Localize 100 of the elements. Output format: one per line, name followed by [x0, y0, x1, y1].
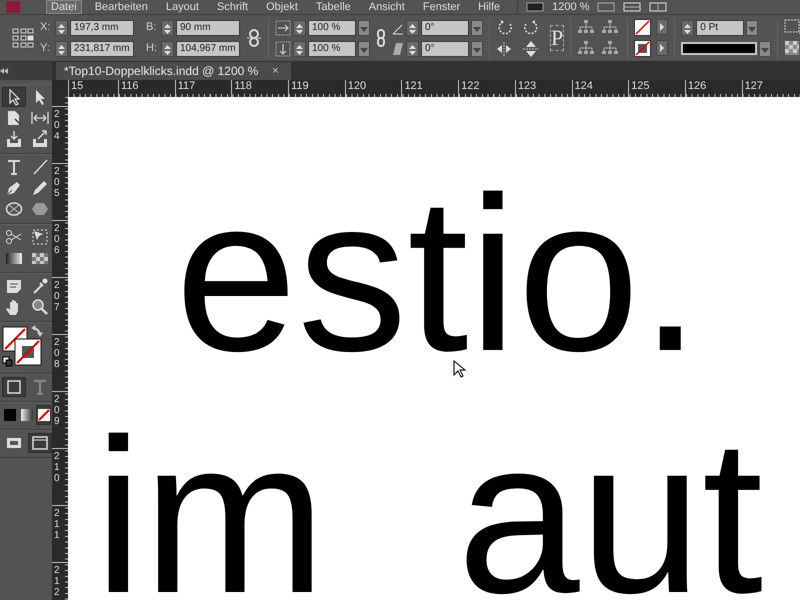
- chain-link-icon[interactable]: [376, 29, 386, 47]
- ruler-label: 207: [54, 280, 61, 313]
- stepper-arrows-icon: [407, 22, 418, 36]
- ruler-label: 127: [744, 80, 763, 92]
- rotate-counterclockwise-icon[interactable]: [522, 18, 540, 36]
- ruler-label: 205: [54, 166, 61, 199]
- document-tab[interactable]: *Top10-Doppelklicks.indd @ 1200 % ×: [56, 62, 291, 80]
- scissors-icon: [5, 228, 23, 246]
- flip-vertical-icon[interactable]: [522, 40, 540, 58]
- menu-item[interactable]: Layout: [160, 0, 204, 14]
- input-field[interactable]: 197,3 mm: [70, 20, 134, 36]
- screen-mode-icon[interactable]: [597, 2, 616, 12]
- menu-item[interactable]: Hilfe: [473, 0, 506, 14]
- rotate-clockwise-icon[interactable]: [496, 18, 514, 36]
- menu-item[interactable]: Datei: [46, 0, 82, 14]
- ruler-label: 120: [348, 80, 366, 92]
- close-button[interactable]: ×: [272, 64, 279, 78]
- menu-item[interactable]: Fenster: [418, 0, 466, 14]
- ruler-label: 124: [574, 80, 593, 92]
- free-transform-icon: [31, 228, 49, 246]
- stepper-arrows-icon: [162, 22, 173, 36]
- stepper-arrows-icon: [682, 22, 694, 36]
- field-label: X:: [40, 20, 52, 36]
- none-swatch-icon: [36, 406, 50, 424]
- dropdown-button[interactable]: [471, 40, 483, 56]
- collapse-icon[interactable]: [0, 68, 8, 74]
- stepper-buttons[interactable]: [293, 40, 306, 56]
- note-icon: [5, 277, 23, 295]
- input-field[interactable]: 0°: [421, 40, 469, 56]
- input-field[interactable]: 100 %: [308, 40, 356, 56]
- stepper-buttons[interactable]: [406, 40, 419, 56]
- type-tool-icon: [5, 158, 23, 176]
- menu-item[interactable]: Objekt: [261, 0, 303, 14]
- screen-mode-icon: [31, 434, 49, 452]
- hierarchy-icon[interactable]: [577, 40, 596, 56]
- dropdown-button[interactable]: [358, 20, 370, 36]
- arrange-documents-icon[interactable]: [623, 2, 642, 12]
- ruler-label: 210: [54, 451, 61, 484]
- input-field[interactable]: 0 Pt: [696, 20, 744, 36]
- ellipse-frame-icon: [5, 200, 23, 218]
- input-field[interactable]: 104,967 mm: [176, 40, 240, 56]
- stepper-buttons[interactable]: [161, 20, 174, 36]
- dropdown-button[interactable]: [759, 40, 772, 56]
- tool-button[interactable]: [2, 87, 26, 107]
- stepper-buttons[interactable]: [406, 20, 419, 36]
- dropdown-button[interactable]: [471, 20, 483, 36]
- ruler-label: 123: [518, 80, 536, 92]
- tool-button[interactable]: [2, 377, 26, 397]
- fill-swatch-icon[interactable]: [634, 18, 652, 36]
- stroke-type-selector[interactable]: [681, 42, 758, 55]
- reference-point-icon[interactable]: [12, 28, 34, 48]
- menu-item[interactable]: Schrift: [212, 0, 254, 14]
- stepper-buttons[interactable]: [681, 20, 694, 36]
- ruler-label: 211: [54, 508, 61, 541]
- menu-item[interactable]: Ansicht: [364, 0, 410, 14]
- workspace-icon[interactable]: [649, 2, 668, 12]
- ruler-label: 206: [54, 223, 61, 256]
- ruler-label: 125: [631, 80, 650, 92]
- frame-fitting-icon[interactable]: [784, 18, 800, 34]
- stroke-swatch-icon[interactable]: [634, 40, 652, 56]
- ruler-label: 117: [178, 80, 196, 92]
- hexagon-icon: [31, 200, 49, 218]
- tab-title[interactable]: *Top10-Doppelklicks.indd @ 1200 %: [64, 62, 258, 80]
- zoom-level[interactable]: 1200 %: [552, 0, 590, 14]
- eyedropper-icon: [31, 277, 49, 295]
- line-tool-icon: [31, 158, 49, 176]
- menu-item[interactable]: Tabelle: [310, 0, 356, 14]
- stepper-buttons[interactable]: [55, 20, 68, 36]
- tool-button[interactable]: [28, 433, 52, 453]
- stepper-arrows-icon: [56, 22, 67, 36]
- input-field[interactable]: 100 %: [308, 20, 356, 36]
- stepper-buttons[interactable]: [161, 40, 174, 56]
- ruler-label: 204: [54, 109, 61, 142]
- stepper-arrows-icon: [294, 42, 305, 57]
- pen-nib-icon: [5, 179, 23, 197]
- hierarchy-icon[interactable]: [577, 18, 596, 34]
- ruler-label: 209: [54, 394, 61, 427]
- pencil-icon: [31, 179, 49, 197]
- checkerboard-icon[interactable]: [784, 40, 800, 56]
- ruler-label: 208: [54, 337, 61, 370]
- tool-button[interactable]: [36, 405, 51, 425]
- dropdown-button[interactable]: [358, 40, 370, 56]
- dropdown-button[interactable]: [746, 20, 758, 36]
- menu-item[interactable]: Bearbeiten: [90, 0, 153, 14]
- input-field[interactable]: 0°: [421, 20, 469, 36]
- page-text: estio.: [175, 189, 701, 359]
- app-logo-icon: [6, 1, 20, 13]
- hierarchy-icon[interactable]: [601, 18, 620, 34]
- broken-chain-icon[interactable]: [246, 29, 262, 47]
- stepper-buttons[interactable]: [293, 20, 306, 36]
- field-label: Y:: [40, 41, 51, 56]
- stepper-buttons[interactable]: [55, 40, 68, 56]
- ruler-label: 119: [291, 80, 309, 92]
- input-field[interactable]: 90 mm: [176, 20, 240, 36]
- ruler-label: 212: [54, 565, 61, 598]
- select-content-button[interactable]: P: [550, 25, 564, 51]
- hierarchy-icon[interactable]: [601, 40, 620, 56]
- field-label: B:: [146, 20, 158, 36]
- input-field[interactable]: 231,817 mm: [70, 40, 134, 56]
- view-options-icon[interactable]: [526, 2, 544, 12]
